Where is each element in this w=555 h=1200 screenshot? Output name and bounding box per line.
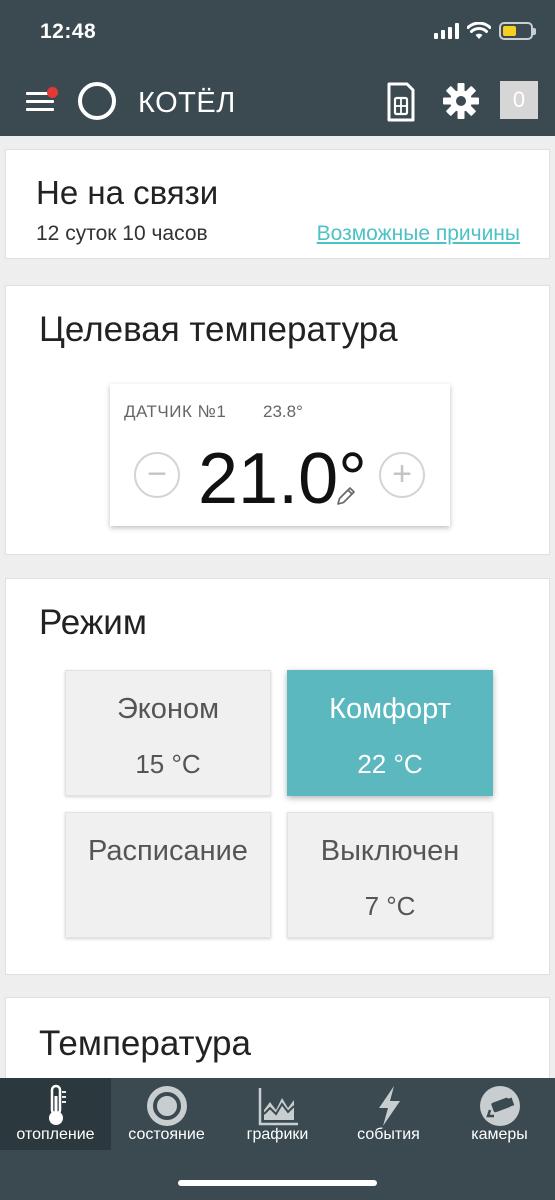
decrease-temperature-button[interactable]: −: [134, 452, 180, 498]
thermometer-icon: [48, 1084, 66, 1125]
nav-label: камеры: [471, 1126, 528, 1143]
status-ring-icon: [146, 1086, 187, 1126]
mode-economy-button[interactable]: Эконом 15 °C: [65, 670, 271, 796]
mode-name: Выключен: [320, 835, 460, 867]
temperature-card: Температура: [5, 997, 550, 1087]
nav-label: состояние: [128, 1126, 205, 1143]
gear-icon[interactable]: [442, 82, 480, 120]
wifi-icon: [467, 22, 491, 39]
nav-cameras[interactable]: камеры: [444, 1078, 555, 1150]
nav-heating[interactable]: отопление: [0, 1078, 111, 1150]
temperature-heading: Температура: [39, 1024, 251, 1063]
chart-icon: [258, 1088, 298, 1126]
nav-events[interactable]: события: [333, 1078, 444, 1150]
mode-temperature: 22 °C: [357, 749, 423, 779]
sensor-value: 23.8°: [263, 402, 303, 421]
connection-status: Не на связи: [36, 174, 219, 211]
nav-label: события: [357, 1126, 420, 1143]
sensor-name: ДАТЧИК №1: [124, 402, 227, 421]
target-temperature-heading: Целевая температура: [39, 310, 398, 349]
notification-dot: [47, 87, 58, 98]
offline-duration: 12 суток 10 часов: [36, 222, 208, 245]
app-header: КОТЁЛ 0: [0, 68, 555, 136]
ring-icon: [78, 82, 116, 120]
status-time: 12:48: [40, 20, 97, 43]
mode-name: Эконом: [116, 693, 220, 725]
target-temperature-card: Целевая температура ДАТЧИК №1 23.8° − 21…: [5, 285, 550, 555]
status-icons: [434, 22, 536, 40]
mode-temperature: 15 °C: [135, 749, 201, 779]
sim-card-icon[interactable]: [386, 82, 416, 122]
page-title: КОТЁЛ: [138, 87, 236, 119]
increase-temperature-button[interactable]: +: [379, 452, 425, 498]
mode-schedule-button[interactable]: Расписание: [65, 812, 271, 938]
mode-temperature: 7 °C: [364, 891, 416, 921]
mode-comfort-button[interactable]: Комфорт 22 °C: [287, 670, 493, 796]
nav-charts[interactable]: графики: [222, 1078, 333, 1150]
nav-label: отопление: [16, 1126, 95, 1143]
mode-name: Комфорт: [329, 693, 451, 725]
mode-heading: Режим: [39, 603, 147, 642]
possible-reasons-link[interactable]: Возможные причины: [317, 222, 520, 246]
mode-card: Режим Эконом 15 °C Комфорт 22 °C Расписа…: [5, 578, 550, 975]
top-bar: 12:48 КОТЁЛ 0: [0, 0, 555, 136]
mode-name: Расписание: [88, 835, 248, 867]
nav-status[interactable]: состояние: [111, 1078, 222, 1150]
sensor-panel: ДАТЧИК №1 23.8° − 21.0° +: [110, 384, 450, 526]
lightning-icon: [378, 1086, 400, 1126]
connection-status-card: Не на связи 12 суток 10 часов Возможные …: [5, 149, 550, 259]
notification-count-button[interactable]: 0: [500, 81, 538, 119]
battery-fill: [503, 26, 516, 36]
nav-label: графики: [246, 1126, 309, 1143]
signal-icon: [434, 23, 459, 39]
battery-icon: [499, 22, 536, 40]
mode-off-button[interactable]: Выключен 7 °C: [287, 812, 493, 938]
pencil-icon[interactable]: [334, 484, 358, 508]
home-indicator[interactable]: [178, 1180, 377, 1186]
camera-icon: [479, 1086, 520, 1126]
menu-icon[interactable]: [26, 87, 58, 116]
